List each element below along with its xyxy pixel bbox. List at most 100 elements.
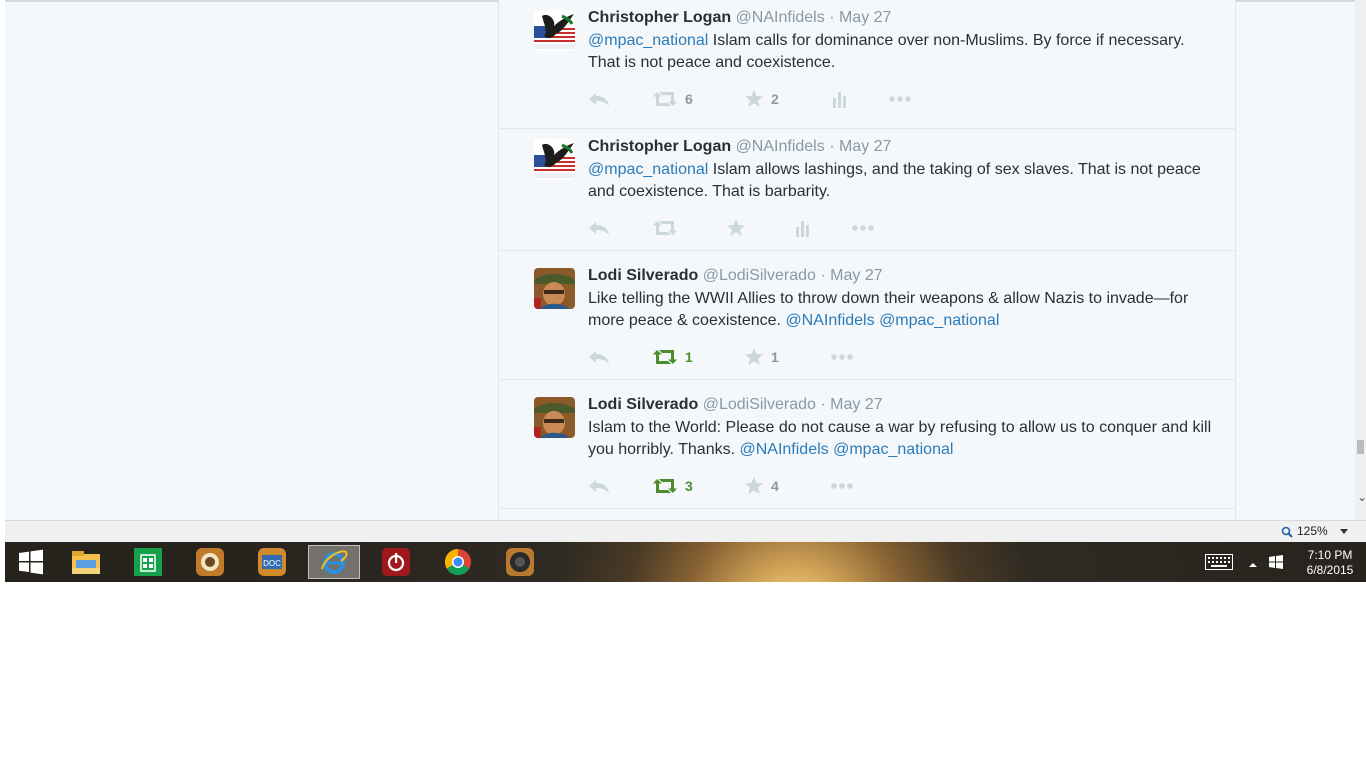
tweet-text: Islam to the World: Please do not cause … [588,417,1218,461]
retweet-button[interactable]: 6 [652,88,693,110]
more-icon [851,224,875,232]
chrome-icon [444,548,471,576]
retweet-icon [652,219,678,237]
zoom-level[interactable]: 125% [1297,524,1328,538]
browser-viewport: Christopher Logan @NAInfidels · May 27 @m… [5,0,1366,542]
start-icon [19,549,43,575]
action-center-flag-icon[interactable] [1269,555,1283,574]
retweet-count: 1 [685,349,693,365]
speaker-app-icon [506,548,534,576]
show-hidden-icons-icon[interactable] [1249,556,1257,574]
tweet-timestamp[interactable]: May 27 [839,138,891,155]
retweet-count: 6 [685,91,693,107]
windows-taskbar: DOC 7:10 PM 6/8/2015 [5,542,1366,582]
more-button[interactable] [888,88,912,110]
mention-link[interactable]: @mpac_national [588,32,708,49]
scroll-thumb[interactable] [1357,440,1364,454]
reply-button[interactable] [588,217,610,239]
retweet-button[interactable]: 3 [652,475,693,497]
system-clock[interactable]: 7:10 PM 6/8/2015 [1295,548,1365,578]
doc-app-icon: DOC [258,548,286,576]
mention-link[interactable]: @mpac_national [833,441,953,458]
file-explorer-icon [72,551,100,574]
svg-text:DOC: DOC [263,559,281,568]
retweet-button[interactable]: 1 [652,346,693,368]
mention-link[interactable]: @NAInfidels [785,312,874,329]
tweet-header: Lodi Silverado @LodiSilverado · May 27 [588,395,883,415]
tweet-author-name[interactable]: Lodi Silverado [588,267,698,284]
tweet-author-name[interactable]: Lodi Silverado [588,396,698,413]
analytics-button[interactable] [793,217,811,239]
favorite-button[interactable] [726,217,746,239]
store-icon [134,548,162,576]
tweet-author-name[interactable]: Christopher Logan [588,138,731,155]
taskbar-media-app[interactable] [184,545,236,579]
retweet-count: 3 [685,478,693,494]
analytics-icon [830,90,848,108]
media-app-icon [196,548,224,576]
keyboard-icon[interactable] [1205,554,1233,575]
taskbar-chrome[interactable] [432,545,484,579]
favorite-button[interactable]: 2 [744,88,779,110]
reply-button[interactable] [588,346,610,368]
tweet[interactable]: Lodi Silverado @LodiSilverado · May 27 Is… [499,380,1235,509]
tweet-author-handle[interactable]: @NAInfidels [736,9,825,26]
taskbar-power-app[interactable] [370,545,422,579]
avatar[interactable] [534,10,575,51]
tweet-actions: 62 [588,88,988,110]
taskbar-doc-app[interactable]: DOC [246,545,298,579]
tweet-author-handle[interactable]: @LodiSilverado [703,267,816,284]
avatar[interactable] [534,397,575,438]
favorite-button[interactable]: 4 [744,475,779,497]
tweet[interactable]: Christopher Logan @NAInfidels · May 27 @m… [499,122,1235,251]
mention-link[interactable]: @mpac_national [588,161,708,178]
taskbar-internet-explorer[interactable] [308,545,360,579]
star-icon [744,347,764,367]
more-button[interactable] [830,346,854,368]
tweet-author-name[interactable]: Christopher Logan [588,9,731,26]
avatar[interactable] [534,139,575,180]
vertical-scrollbar[interactable]: ⌄ [1355,0,1366,520]
scroll-down-arrow-icon[interactable]: ⌄ [1357,490,1366,504]
reply-icon [588,349,610,365]
reply-button[interactable] [588,475,610,497]
clock-date: 6/8/2015 [1306,563,1354,577]
star-icon [744,476,764,496]
avatar[interactable] [534,268,575,309]
taskbar-speaker-app[interactable] [494,545,546,579]
tweet-text: @mpac_national Islam calls for dominance… [588,30,1218,74]
reply-icon [588,220,610,236]
analytics-button[interactable] [830,88,848,110]
tweet[interactable]: Lodi Silverado @LodiSilverado · May 27 Li… [499,251,1235,380]
star-icon [744,89,764,109]
mention-link[interactable]: @NAInfidels [739,441,828,458]
tweet-timestamp[interactable]: May 27 [839,9,891,26]
tweet-timestamp[interactable]: May 27 [830,267,882,284]
mention-link[interactable]: @mpac_national [879,312,999,329]
tweet-author-handle[interactable]: @LodiSilverado [703,396,816,413]
taskbar-store[interactable] [122,545,174,579]
tweet-timeline: Christopher Logan @NAInfidels · May 27 @m… [498,0,1236,520]
tweet-actions: 11 [588,346,988,368]
tweet-actions: 34 [588,475,988,497]
tweet-header: Christopher Logan @NAInfidels · May 27 [588,8,891,28]
favorite-button[interactable]: 1 [744,346,779,368]
more-icon [888,95,912,103]
start-button[interactable] [5,545,57,579]
tweet-timestamp[interactable]: May 27 [830,396,882,413]
favorite-count: 1 [771,349,779,365]
tweet-header: Christopher Logan @NAInfidels · May 27 [588,137,891,157]
more-button[interactable] [851,217,875,239]
tweet[interactable]: Christopher Logan @NAInfidels · May 27 @m… [499,0,1235,129]
more-button[interactable] [830,475,854,497]
reply-button[interactable] [588,88,610,110]
retweet-icon [652,348,678,366]
taskbar-file-explorer[interactable] [60,545,112,579]
zoom-dropdown-icon[interactable] [1340,529,1348,534]
reply-icon [588,478,610,494]
tweet-author-handle[interactable]: @NAInfidels [736,138,825,155]
tweet-actions [588,217,988,239]
zoom-magnifier-icon[interactable] [1281,525,1293,543]
reply-icon [588,91,610,107]
retweet-button[interactable] [652,217,678,239]
